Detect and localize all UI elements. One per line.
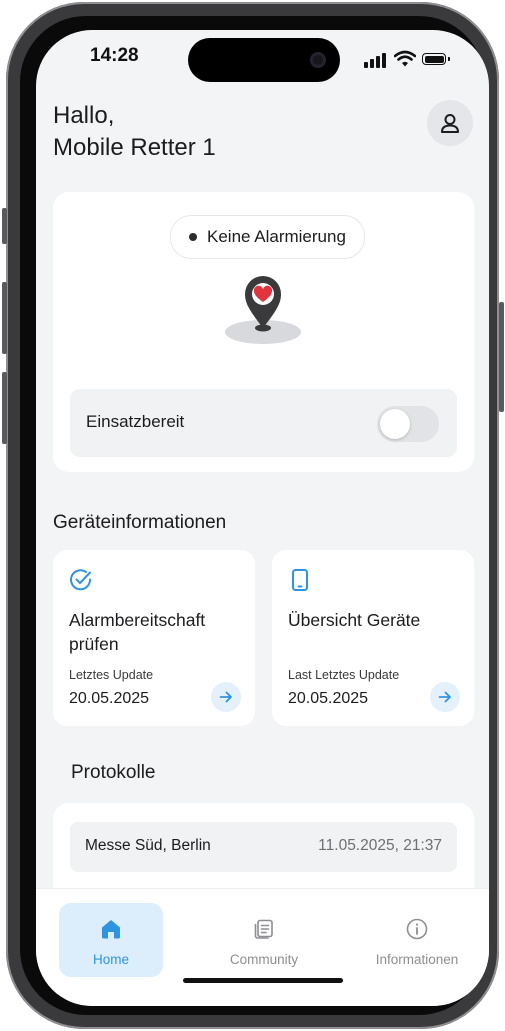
check-readiness-card[interactable]: Alarmbereitschaft prüfen Letztes Update … xyxy=(53,550,255,726)
ready-row: Einsatzbereit xyxy=(70,389,457,457)
battery-icon xyxy=(422,53,450,65)
tab-informationen[interactable]: Informationen xyxy=(365,903,469,977)
alarm-status-badge: Keine Alarmierung xyxy=(170,215,365,259)
card-subtitle: Last Letztes Update xyxy=(288,668,400,682)
card-title: Übersicht Geräte xyxy=(288,610,421,630)
smartphone-icon xyxy=(292,569,308,591)
alarm-status-card: Keine Alarmierung Einsatzbereit xyxy=(53,192,474,472)
profile-button[interactable] xyxy=(427,100,473,146)
status-time: 14:28 xyxy=(90,45,139,66)
community-icon xyxy=(254,919,273,939)
alarm-status-text: Keine Alarmierung xyxy=(207,227,346,246)
action-button xyxy=(2,208,7,244)
app-screen: 14:28 Hallo, Mobile Retter 1 Keine Alarm… xyxy=(36,30,489,1006)
arrow-right-icon xyxy=(438,691,451,703)
tab-label: Home xyxy=(92,952,129,967)
camera-icon xyxy=(310,52,326,68)
protocols-heading: Protokolle xyxy=(71,762,156,783)
volume-down-button xyxy=(2,372,7,444)
protocol-list-item[interactable]: Messe Süd, Berlin 11.05.2025, 21:37 xyxy=(70,822,457,872)
open-devices-button[interactable] xyxy=(430,682,460,712)
card-subtitle: Letztes Update xyxy=(69,668,154,682)
check-circle-icon xyxy=(70,569,92,591)
map-pin-heart-icon xyxy=(225,276,301,344)
card-date: 20.05.2025 xyxy=(69,690,150,707)
cellular-signal-icon xyxy=(364,52,388,68)
protocol-place: Messe Süd, Berlin xyxy=(85,837,211,854)
ready-label: Einsatzbereit xyxy=(86,412,185,431)
status-dot-icon xyxy=(189,233,197,241)
home-indicator[interactable] xyxy=(183,978,343,983)
greeting-text: Hallo, xyxy=(53,102,115,129)
user-name: Mobile Retter 1 xyxy=(53,134,216,161)
card-date: 20.05.2025 xyxy=(288,690,369,707)
tab-home[interactable]: Home xyxy=(59,903,163,977)
bottom-tab-bar: Home Community Informationen xyxy=(36,888,489,1006)
user-icon xyxy=(441,114,459,133)
status-bar: 14:28 xyxy=(36,30,489,90)
open-readiness-button[interactable] xyxy=(211,682,241,712)
protocol-datetime: 11.05.2025, 21:37 xyxy=(318,837,442,854)
info-icon xyxy=(406,918,428,940)
arrow-right-icon xyxy=(219,691,232,703)
card-title: Alarmbereitschaft prüfen xyxy=(69,610,206,654)
tab-label: Informationen xyxy=(375,952,459,967)
devices-overview-card[interactable]: Übersicht Geräte Last Letztes Update 20.… xyxy=(272,550,474,726)
tab-community[interactable]: Community xyxy=(212,903,316,977)
tab-label: Community xyxy=(229,952,299,967)
volume-up-button xyxy=(2,282,7,354)
ready-toggle[interactable] xyxy=(377,406,439,442)
device-info-heading: Geräteinformationen xyxy=(53,512,227,533)
toggle-knob xyxy=(380,409,410,439)
wifi-icon xyxy=(394,50,416,67)
dynamic-island xyxy=(188,38,340,82)
home-icon xyxy=(102,920,120,939)
power-button xyxy=(499,302,504,412)
